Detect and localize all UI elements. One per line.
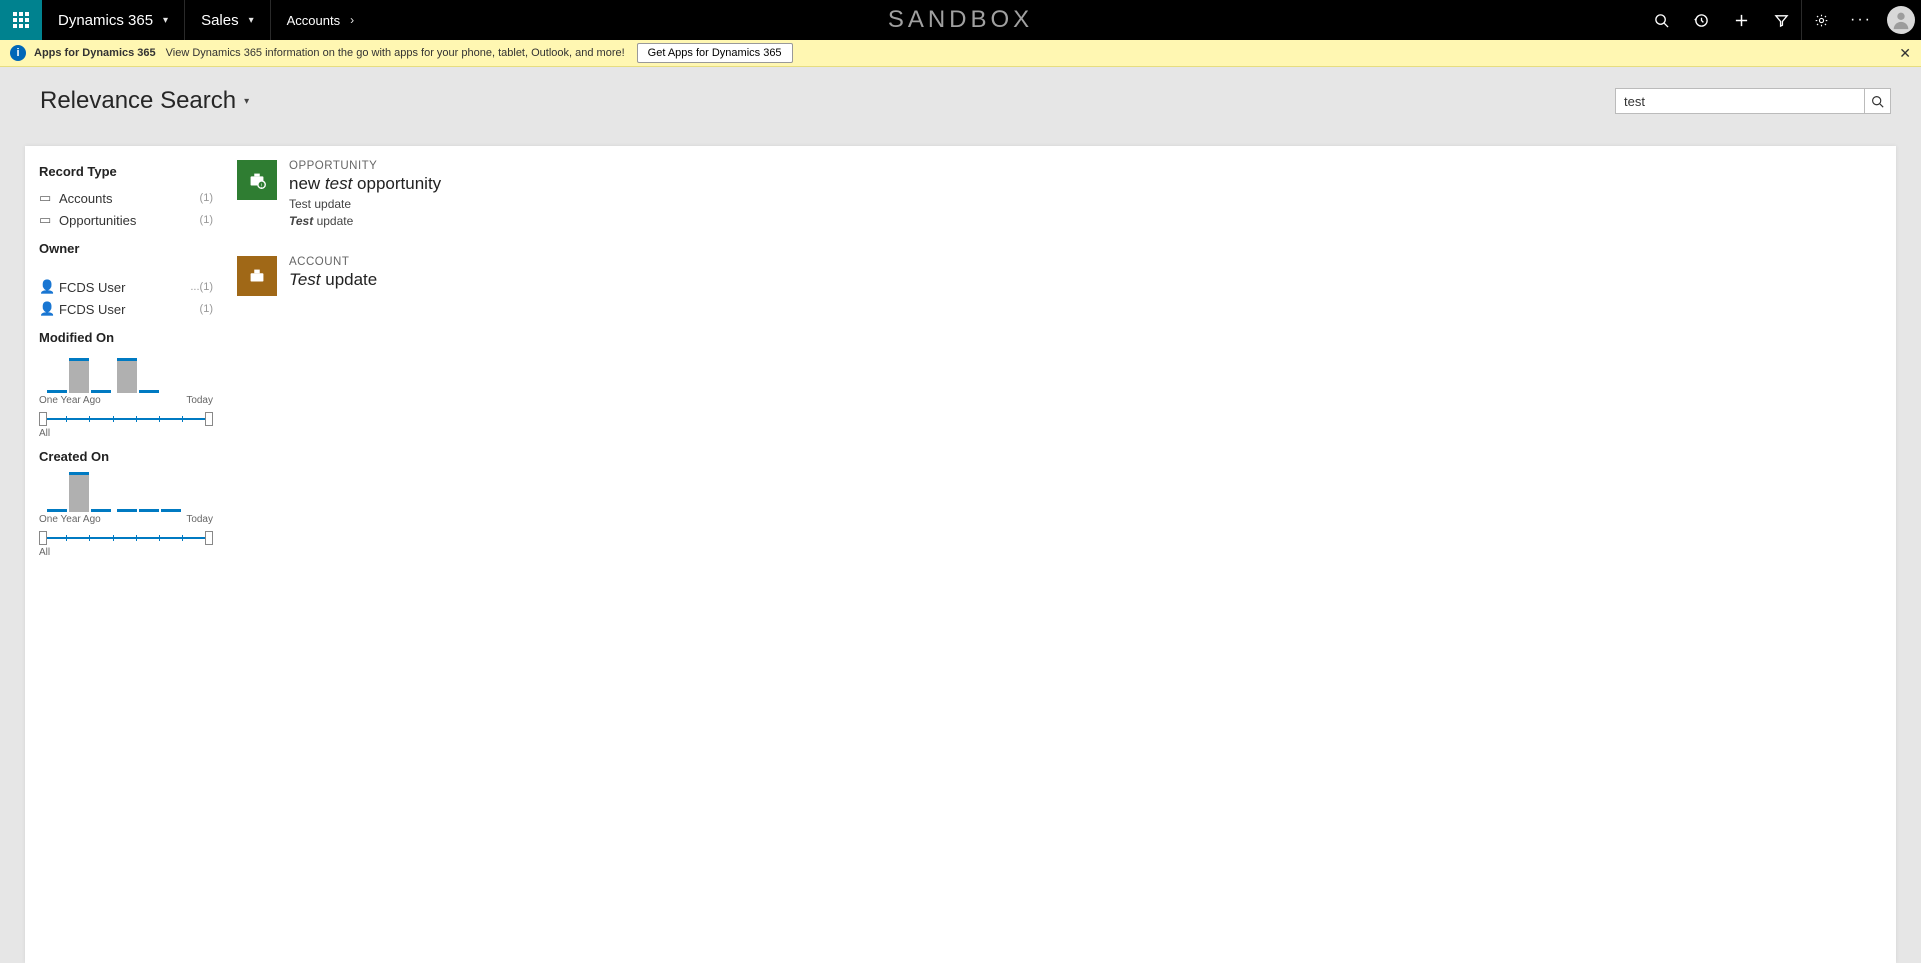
result-snippet: Test update bbox=[289, 197, 441, 211]
modified-histogram bbox=[39, 353, 213, 393]
axis-label-old: One Year Ago bbox=[39, 514, 101, 525]
breadcrumb-current[interactable]: Accounts › bbox=[271, 0, 370, 40]
plus-icon bbox=[1734, 13, 1749, 28]
created-axis: One Year Ago Today bbox=[39, 514, 213, 525]
search-icon bbox=[1654, 13, 1669, 28]
facet-count: ...(1) bbox=[190, 281, 213, 293]
facet-label: Opportunities bbox=[59, 213, 136, 228]
modified-range-slider[interactable] bbox=[39, 412, 213, 426]
modified-slider-label: All bbox=[39, 428, 213, 439]
more-commands-button[interactable]: ··· bbox=[1841, 0, 1881, 40]
opportunity-badge-icon: ! bbox=[237, 160, 277, 200]
search-icon bbox=[1871, 95, 1884, 108]
facet-label: FCDS User bbox=[59, 302, 125, 317]
product-switcher[interactable]: Dynamics 365 ▾ bbox=[42, 0, 185, 40]
slider-handle-left[interactable] bbox=[39, 412, 47, 426]
chevron-down-icon: ▾ bbox=[163, 15, 168, 26]
created-slider-label: All bbox=[39, 547, 213, 558]
top-navbar: Dynamics 365 ▾ Sales ▾ Accounts › SANDBO… bbox=[0, 0, 1921, 40]
slider-handle-right[interactable] bbox=[205, 531, 213, 545]
chevron-down-icon: ▾ bbox=[249, 15, 254, 26]
axis-label-new: Today bbox=[186, 395, 213, 406]
waffle-icon bbox=[13, 12, 29, 28]
created-range-slider[interactable] bbox=[39, 531, 213, 545]
result-type-label: ACCOUNT bbox=[289, 256, 377, 268]
search-result-account[interactable]: ACCOUNT Test update bbox=[237, 256, 1896, 296]
topnav-right-cluster: ··· bbox=[1641, 0, 1921, 40]
advanced-find-button[interactable] bbox=[1761, 0, 1801, 40]
facet-label: FCDS User bbox=[59, 280, 125, 295]
account-badge-icon bbox=[237, 256, 277, 296]
facet-item-owner[interactable]: 👤 FCDS User (1) bbox=[39, 298, 213, 320]
facet-item-accounts[interactable]: ▭ Accounts (1) bbox=[39, 187, 213, 209]
facet-owner-header: Owner bbox=[39, 241, 213, 256]
axis-label-new: Today bbox=[186, 514, 213, 525]
search-box-wrap bbox=[1615, 88, 1891, 114]
result-title: Test update bbox=[289, 270, 377, 290]
facet-count: (1) bbox=[200, 192, 213, 204]
person-icon: 👤 bbox=[39, 279, 59, 295]
subarea-label: Accounts bbox=[287, 13, 340, 28]
search-input[interactable] bbox=[1615, 88, 1865, 114]
facet-record-type-header: Record Type bbox=[39, 164, 213, 179]
info-icon: i bbox=[10, 45, 26, 61]
main-content: Record Type ▭ Accounts (1) ▭ Opportuniti… bbox=[25, 146, 1896, 963]
result-title: new test opportunity bbox=[289, 174, 441, 194]
funnel-icon bbox=[1774, 13, 1789, 28]
chevron-down-icon: ▾ bbox=[244, 96, 249, 107]
search-result-opportunity[interactable]: ! OPPORTUNITY new test opportunity Test … bbox=[237, 160, 1896, 228]
slider-handle-left[interactable] bbox=[39, 531, 47, 545]
recent-items-button[interactable] bbox=[1681, 0, 1721, 40]
close-icon: ✕ bbox=[1899, 45, 1911, 61]
chevron-right-icon: › bbox=[350, 13, 354, 27]
global-search-button[interactable] bbox=[1641, 0, 1681, 40]
notification-cta-button[interactable]: Get Apps for Dynamics 365 bbox=[637, 43, 793, 63]
created-histogram bbox=[39, 472, 213, 512]
notification-bar: i Apps for Dynamics 365 View Dynamics 36… bbox=[0, 40, 1921, 67]
facet-panel: Record Type ▭ Accounts (1) ▭ Opportuniti… bbox=[25, 146, 225, 963]
result-snippet: Test update bbox=[289, 214, 441, 228]
facet-modified-header: Modified On bbox=[39, 330, 213, 345]
facet-count: (1) bbox=[200, 214, 213, 226]
facet-item-owner[interactable]: 👤 FCDS User ...(1) bbox=[39, 276, 213, 298]
area-switcher[interactable]: Sales ▾ bbox=[185, 0, 271, 40]
result-type-label: OPPORTUNITY bbox=[289, 160, 441, 172]
ellipsis-icon: ··· bbox=[1850, 11, 1872, 29]
quick-create-button[interactable] bbox=[1721, 0, 1761, 40]
opportunity-icon: ▭ bbox=[39, 212, 59, 228]
notification-desc: View Dynamics 365 information on the go … bbox=[166, 47, 625, 59]
settings-button[interactable] bbox=[1801, 0, 1841, 40]
avatar-icon bbox=[1887, 6, 1915, 34]
results-list: ! OPPORTUNITY new test opportunity Test … bbox=[225, 146, 1896, 963]
facet-created-header: Created On bbox=[39, 449, 213, 464]
product-label: Dynamics 365 bbox=[58, 12, 153, 29]
slider-handle-right[interactable] bbox=[205, 412, 213, 426]
modified-axis: One Year Ago Today bbox=[39, 395, 213, 406]
axis-label-old: One Year Ago bbox=[39, 395, 101, 406]
sandbox-watermark: SANDBOX bbox=[888, 0, 1033, 40]
app-launcher-button[interactable] bbox=[0, 0, 42, 40]
facet-item-opportunities[interactable]: ▭ Opportunities (1) bbox=[39, 209, 213, 231]
history-icon bbox=[1694, 13, 1709, 28]
account-icon: ▭ bbox=[39, 190, 59, 206]
notification-close-button[interactable]: ✕ bbox=[1899, 45, 1911, 62]
gear-icon bbox=[1814, 13, 1829, 28]
page-title-text: Relevance Search bbox=[40, 87, 236, 115]
search-submit-button[interactable] bbox=[1865, 88, 1891, 114]
facet-count: (1) bbox=[200, 303, 213, 315]
person-icon: 👤 bbox=[39, 301, 59, 317]
facet-label: Accounts bbox=[59, 191, 112, 206]
notification-title: Apps for Dynamics 365 bbox=[34, 47, 156, 59]
user-avatar-button[interactable] bbox=[1881, 0, 1921, 40]
search-header: Relevance Search ▾ bbox=[0, 67, 1921, 135]
page-title[interactable]: Relevance Search ▾ bbox=[40, 87, 249, 115]
area-label: Sales bbox=[201, 12, 239, 29]
